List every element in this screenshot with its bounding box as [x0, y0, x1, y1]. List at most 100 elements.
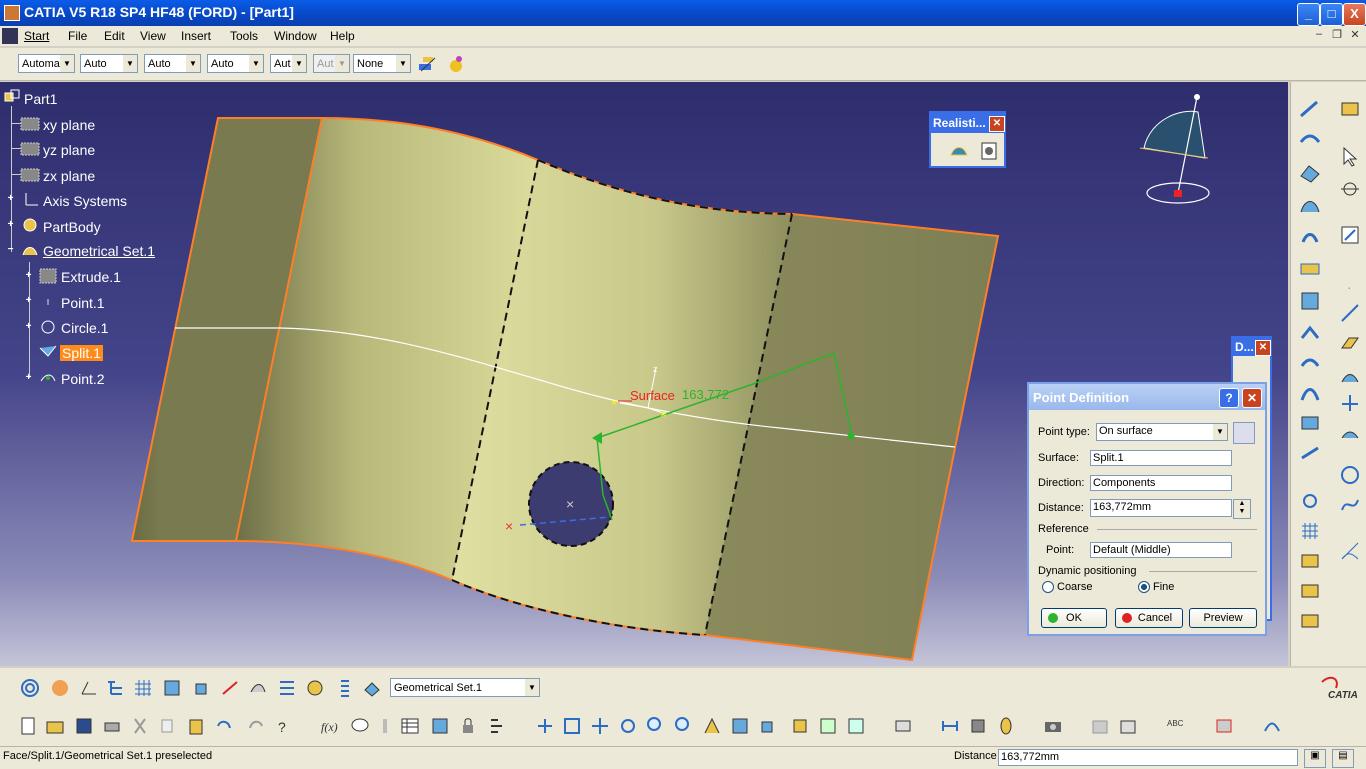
hand-icon[interactable]: [50, 678, 70, 698]
dropdown-arrow-icon[interactable]: ▼: [396, 55, 410, 72]
spelling-icon[interactable]: ABC: [1166, 716, 1186, 736]
tree-item-geometrical-set[interactable]: Geometrical Set.1: [43, 243, 155, 259]
close-icon[interactable]: ✕: [1242, 388, 1262, 408]
menu-start[interactable]: Start: [24, 29, 49, 43]
split-icon[interactable]: [38, 342, 58, 360]
measure-between-icon[interactable]: [940, 716, 960, 736]
join-icon[interactable]: [1299, 322, 1321, 344]
pan-icon[interactable]: [590, 716, 610, 736]
tree-item-split[interactable]: Split.1: [60, 345, 103, 361]
menu-edit[interactable]: Edit: [104, 29, 125, 43]
fill-icon[interactable]: [1299, 226, 1321, 248]
point-on-surface-icon[interactable]: [38, 369, 58, 387]
intersection-icon[interactable]: [1339, 392, 1361, 414]
boundary-icon[interactable]: [1299, 382, 1321, 404]
rotate-icon[interactable]: [618, 716, 638, 736]
iso-view-icon[interactable]: [758, 716, 778, 736]
multi-output-icon[interactable]: [1299, 290, 1321, 312]
tree-item-extrude[interactable]: Extrude.1: [61, 269, 121, 285]
axis-system-icon[interactable]: [20, 191, 40, 209]
chevron-down-icon[interactable]: ▼: [1213, 424, 1227, 440]
grid-pattern-icon[interactable]: [1299, 520, 1321, 542]
dropdown-arrow-icon[interactable]: ▼: [60, 55, 74, 72]
paste-icon[interactable]: [186, 716, 206, 736]
table-icon[interactable]: [400, 716, 420, 736]
maximize-button[interactable]: □: [1320, 3, 1343, 26]
format-painter-icon[interactable]: [417, 54, 437, 74]
comment-icon[interactable]: [350, 716, 370, 736]
mdi-close-icon[interactable]: ✕: [1348, 28, 1362, 42]
cut-icon[interactable]: [130, 716, 150, 736]
start-logo-icon[interactable]: [2, 28, 18, 44]
redo-icon[interactable]: [246, 716, 266, 736]
circle-icon[interactable]: [38, 318, 58, 336]
plane-icon[interactable]: [20, 115, 40, 133]
circle-tool-icon[interactable]: [1339, 464, 1361, 486]
catia-app-icon[interactable]: [4, 5, 20, 21]
render-icon[interactable]: [1339, 98, 1361, 120]
extrude-surface-icon[interactable]: [1299, 130, 1321, 152]
menu-view[interactable]: View: [140, 29, 166, 43]
dropdown-arrow-icon[interactable]: ▼: [525, 679, 539, 696]
distance-field[interactable]: 163,772mm: [1090, 499, 1232, 517]
publication-icon[interactable]: [1090, 716, 1110, 736]
analysis-icon[interactable]: [979, 141, 999, 161]
point-type-select[interactable]: On surface ▼: [1096, 423, 1228, 441]
close-icon[interactable]: ✕: [1255, 340, 1271, 356]
point-type-lock-icon[interactable]: [1233, 422, 1255, 444]
tree-item-yz-plane[interactable]: yz plane: [43, 142, 95, 158]
dropdown-arrow-icon[interactable]: ▼: [292, 55, 306, 72]
collapse-icon[interactable]: −: [6, 245, 15, 255]
new-icon[interactable]: [18, 716, 38, 736]
plane-icon[interactable]: [20, 140, 40, 158]
axis-icon[interactable]: [78, 678, 98, 698]
whats-this-icon[interactable]: ?: [274, 716, 294, 736]
extrude-icon[interactable]: [38, 267, 58, 285]
extrapolate-icon[interactable]: [1339, 422, 1361, 444]
expand-icon[interactable]: +: [24, 373, 33, 383]
coarse-radio[interactable]: [1042, 581, 1054, 593]
realistic-shape-icon[interactable]: [949, 141, 969, 161]
reorder-icon[interactable]: [1118, 716, 1138, 736]
plane-tool-icon[interactable]: [1339, 332, 1361, 354]
point-2-marker[interactable]: [847, 432, 855, 440]
line-thickness-combo[interactable]: Auto ▼: [144, 54, 201, 73]
measure-item-icon[interactable]: [968, 716, 988, 736]
status-window-icon[interactable]: ▣: [1304, 749, 1326, 768]
cut-plane-icon[interactable]: [220, 678, 240, 698]
tree-structure-icon[interactable]: [105, 678, 125, 698]
status-list-icon[interactable]: ▤: [1332, 749, 1354, 768]
sketch-analysis-icon[interactable]: [1262, 716, 1282, 736]
spiral-icon[interactable]: [20, 678, 40, 698]
curve-tool-icon[interactable]: [1339, 540, 1361, 562]
dropdown-arrow-icon[interactable]: ▼: [249, 55, 263, 72]
tree-item-point-1[interactable]: Point.1: [61, 295, 105, 311]
zoom-out-icon[interactable]: [674, 716, 694, 736]
healing-icon[interactable]: [1299, 352, 1321, 374]
expand-icon[interactable]: +: [6, 194, 15, 204]
point-type-combo[interactable]: Aut ▼: [270, 54, 307, 73]
preview-button[interactable]: Preview: [1189, 608, 1257, 628]
mdi-restore-icon[interactable]: ❐: [1330, 28, 1344, 42]
cancel-button[interactable]: Cancel: [1115, 608, 1183, 628]
close-button[interactable]: X: [1343, 3, 1366, 26]
point-tool-icon[interactable]: ·: [1339, 278, 1361, 300]
plane-icon[interactable]: [20, 166, 40, 184]
expand-icon[interactable]: +: [24, 322, 33, 332]
capture-icon[interactable]: [1043, 716, 1063, 736]
dropdown-arrow-icon[interactable]: ▼: [186, 55, 200, 72]
multi-view-icon[interactable]: [162, 678, 182, 698]
menu-window[interactable]: Window: [274, 29, 317, 43]
ok-button[interactable]: OK: [1041, 608, 1107, 628]
measure-icon[interactable]: [305, 678, 325, 698]
translate-icon[interactable]: [1299, 412, 1321, 434]
surface-field[interactable]: Split.1: [1090, 450, 1232, 466]
geometrical-set-icon[interactable]: [20, 241, 40, 259]
sketcher-icon[interactable]: [1299, 98, 1321, 120]
project-icon[interactable]: [1339, 364, 1361, 386]
tree-item-axis-systems[interactable]: Axis Systems: [43, 193, 127, 209]
dropdown-arrow-icon[interactable]: ▼: [123, 55, 137, 72]
help-icon[interactable]: ?: [1219, 388, 1239, 408]
toolbar-header[interactable]: D... ✕: [1233, 338, 1271, 356]
undo-icon[interactable]: [214, 716, 234, 736]
